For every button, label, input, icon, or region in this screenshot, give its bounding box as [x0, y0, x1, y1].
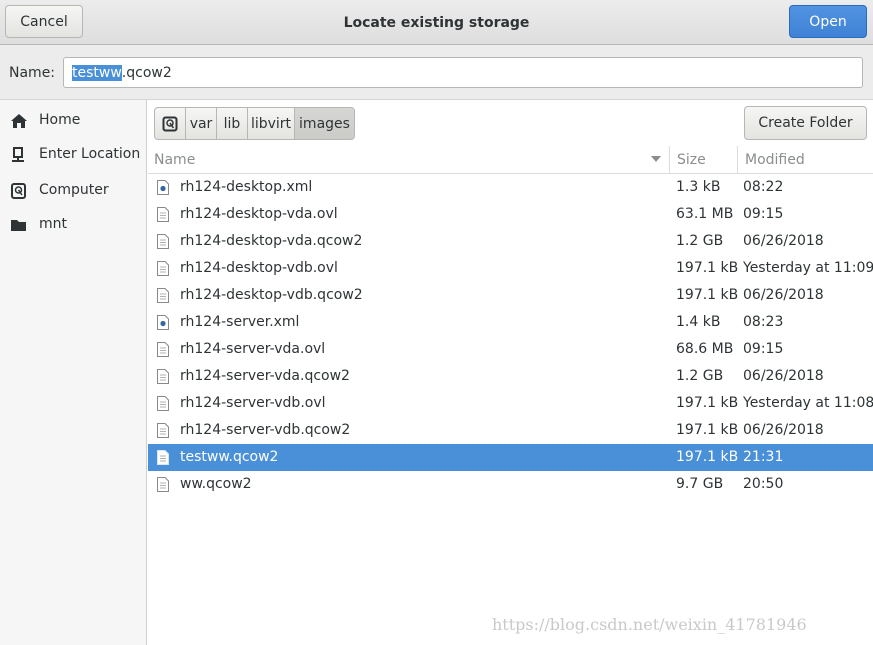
file-list-header: Name Size Modified — [148, 146, 873, 174]
file-row[interactable]: rh124-server-vdb.ovl 197.1 kB Yesterday … — [148, 390, 873, 417]
file-size: 63.1 MB — [676, 206, 734, 222]
sidebar-item-home[interactable]: Home — [0, 106, 147, 136]
file-row[interactable]: ww.qcow2 9.7 GB 20:50 — [148, 471, 873, 498]
dialog-title: Locate existing storage — [343, 14, 530, 31]
file-row[interactable]: rh124-desktop-vdb.ovl 197.1 kB Yesterday… — [148, 255, 873, 282]
file-size: 68.6 MB — [676, 341, 734, 357]
file-icon — [157, 234, 169, 249]
file-size: 1.4 kB — [676, 314, 721, 330]
file-name: rh124-server-vdb.qcow2 — [180, 422, 351, 438]
file-row[interactable]: rh124-desktop-vda.qcow2 1.2 GB 06/26/201… — [148, 228, 873, 255]
file-modified: 08:23 — [743, 314, 784, 330]
sidebar-item-mnt[interactable]: mnt — [0, 210, 147, 240]
file-name: rh124-desktop-vdb.qcow2 — [180, 287, 363, 303]
file-row[interactable]: rh124-server-vda.ovl 68.6 MB 09:15 — [148, 336, 873, 363]
column-header-modified[interactable]: Modified — [738, 146, 873, 173]
file-size: 9.7 GB — [676, 476, 724, 492]
file-icon — [157, 423, 169, 438]
column-header-size[interactable]: Size — [670, 146, 738, 173]
file-size: 197.1 kB — [676, 449, 739, 465]
file-modified: 08:22 — [743, 179, 784, 195]
file-name: rh124-desktop-vda.ovl — [180, 206, 338, 222]
file-name: rh124-server.xml — [180, 314, 300, 330]
file-size: 197.1 kB — [676, 287, 739, 303]
sidebar-item-label: Computer — [39, 182, 109, 198]
places-sidebar: Home Enter Location Computer mnt — [0, 100, 147, 645]
file-row[interactable]: rh124-desktop-vdb.qcow2 197.1 kB 06/26/2… — [148, 282, 873, 309]
file-name: rh124-server-vdb.ovl — [180, 395, 326, 411]
column-header-name[interactable]: Name — [148, 146, 670, 173]
file-name: rh124-server-vda.qcow2 — [180, 368, 350, 384]
header-bar: Cancel Locate existing storage Open — [0, 0, 873, 45]
file-modified: 06/26/2018 — [743, 422, 824, 438]
sort-descending-icon — [651, 156, 661, 162]
file-row[interactable]: rh124-server.xml 1.4 kB 08:23 — [148, 309, 873, 336]
path-crumb-var[interactable]: var — [186, 108, 217, 139]
file-modified: 21:31 — [743, 449, 784, 465]
sidebar-item-label: Home — [39, 112, 81, 128]
file-modified: 06/26/2018 — [743, 233, 824, 249]
file-size: 197.1 kB — [676, 422, 739, 438]
xml-file-icon — [157, 315, 169, 330]
home-icon — [11, 114, 27, 128]
file-modified: 06/26/2018 — [743, 287, 824, 303]
name-label: Name: — [9, 65, 56, 81]
sidebar-item-enter-location[interactable]: Enter Location — [0, 140, 147, 170]
sidebar-item-label: mnt — [39, 216, 67, 232]
file-size: 1.3 kB — [676, 179, 721, 195]
file-icon — [157, 477, 169, 492]
path-crumb-libvirt[interactable]: libvirt — [248, 108, 295, 139]
path-crumb-images[interactable]: images — [295, 108, 354, 139]
folder-icon — [11, 220, 26, 231]
file-modified: 09:15 — [743, 206, 784, 222]
file-name: rh124-desktop.xml — [180, 179, 313, 195]
file-list: rh124-desktop.xml 1.3 kB 08:22 rh124-des… — [148, 174, 873, 498]
location-icon — [12, 147, 24, 162]
file-modified: Yesterday at 11:08 — [743, 395, 873, 411]
file-row-selected[interactable]: testww.qcow2 197.1 kB 21:31 — [148, 444, 873, 471]
file-name: ww.qcow2 — [180, 476, 252, 492]
file-icon — [157, 369, 169, 384]
file-icon — [157, 261, 169, 276]
file-name: rh124-desktop-vda.qcow2 — [180, 233, 363, 249]
file-name: rh124-server-vda.ovl — [180, 341, 326, 357]
cancel-button[interactable]: Cancel — [5, 5, 83, 38]
file-modified: 06/26/2018 — [743, 368, 824, 384]
file-icon — [157, 288, 169, 303]
name-input-selection: testww — [72, 64, 122, 81]
name-input-rest: .qcow2 — [121, 64, 172, 81]
file-icon — [157, 450, 169, 465]
name-row: Name: testww .qcow2 — [0, 45, 873, 100]
file-modified: 09:15 — [743, 341, 784, 357]
file-size: 1.2 GB — [676, 368, 724, 384]
file-size: 197.1 kB — [676, 395, 739, 411]
file-name: rh124-desktop-vdb.ovl — [180, 260, 338, 276]
path-root-button[interactable] — [155, 108, 186, 139]
file-row[interactable]: rh124-server-vda.qcow2 1.2 GB 06/26/2018 — [148, 363, 873, 390]
name-input[interactable]: testww .qcow2 — [63, 57, 863, 88]
create-folder-button[interactable]: Create Folder — [744, 106, 867, 140]
xml-file-icon — [157, 180, 169, 195]
open-button[interactable]: Open — [789, 5, 867, 38]
file-row[interactable]: rh124-desktop-vda.ovl 63.1 MB 09:15 — [148, 201, 873, 228]
file-size: 1.2 GB — [676, 233, 724, 249]
file-modified: Yesterday at 11:09 — [743, 260, 873, 276]
sidebar-item-label: Enter Location — [39, 146, 141, 162]
path-bar: var lib libvirt images — [154, 107, 355, 140]
file-modified: 20:50 — [743, 476, 784, 492]
computer-icon — [11, 183, 26, 199]
sidebar-item-computer[interactable]: Computer — [0, 176, 147, 206]
path-crumb-lib[interactable]: lib — [217, 108, 248, 139]
watermark: https://blog.csdn.net/weixin_41781946 — [492, 615, 807, 634]
file-icon — [157, 342, 169, 357]
file-row[interactable]: rh124-desktop.xml 1.3 kB 08:22 — [148, 174, 873, 201]
file-row[interactable]: rh124-server-vdb.qcow2 197.1 kB 06/26/20… — [148, 417, 873, 444]
file-icon — [157, 207, 169, 222]
file-size: 197.1 kB — [676, 260, 739, 276]
file-icon — [157, 396, 169, 411]
file-name: testww.qcow2 — [180, 449, 279, 465]
computer-icon — [162, 116, 178, 131]
